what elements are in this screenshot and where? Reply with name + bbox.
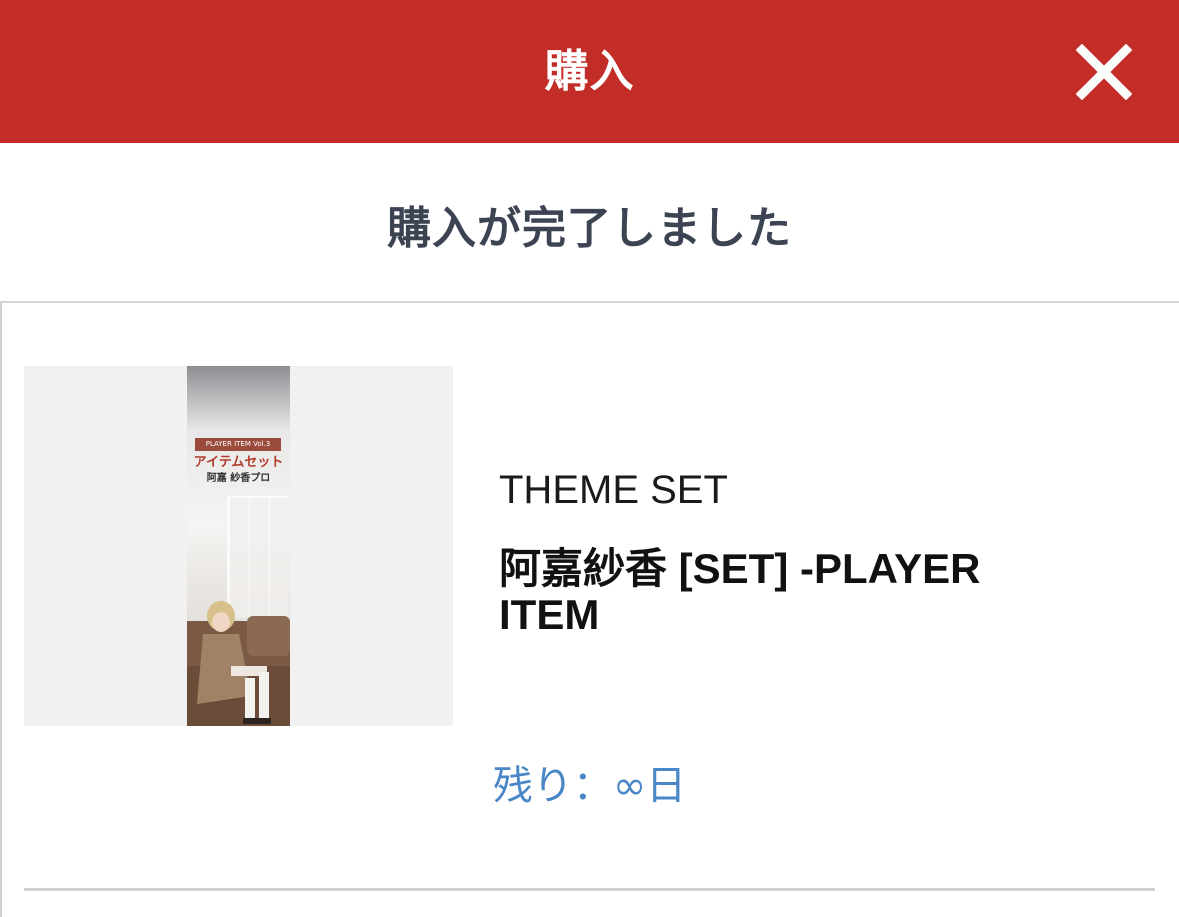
status-section: 購入が完了しました	[0, 143, 1179, 303]
header-bar: 購入	[0, 0, 1179, 143]
product-type-label: THEME SET	[499, 468, 728, 512]
purchase-complete-message: 購入が完了しました	[387, 203, 792, 254]
product-name: 阿嘉紗香 [SET] -PLAYER ITEM	[499, 545, 981, 638]
product-poster-image: PLAYER ITEM Vol.3 アイテムセット 阿嘉 紗香プロ	[187, 366, 290, 726]
poster-figure-illustration	[187, 601, 290, 726]
divider	[24, 888, 1155, 891]
close-button[interactable]	[1064, 32, 1144, 112]
remaining-duration: 残り：∞日	[492, 763, 687, 809]
product-thumbnail: PLAYER ITEM Vol.3 アイテムセット 阿嘉 紗香プロ	[24, 366, 453, 726]
close-icon	[1075, 43, 1133, 101]
left-border	[0, 303, 2, 917]
header-title: 購入	[544, 46, 635, 97]
